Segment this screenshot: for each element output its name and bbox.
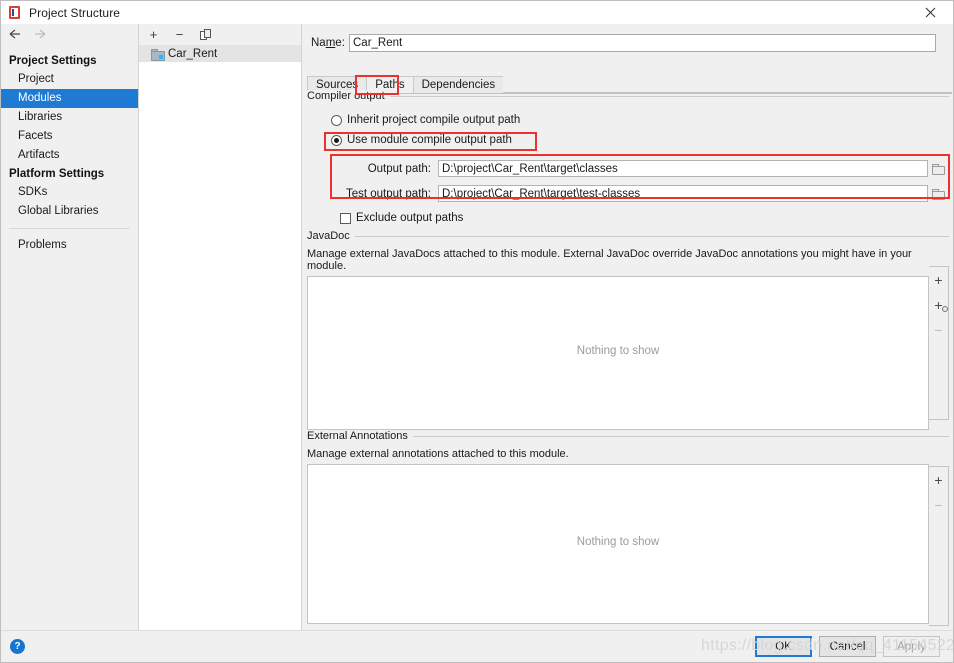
forward-arrow-icon	[33, 28, 47, 42]
cancel-button[interactable]: Cancel	[819, 636, 876, 657]
sidebar-divider	[9, 228, 130, 229]
module-name-label: Name:	[311, 37, 345, 49]
help-icon[interactable]: ?	[10, 639, 25, 654]
close-icon[interactable]	[907, 1, 953, 24]
module-output-radio[interactable]	[331, 134, 342, 146]
test-output-path-row: Test output path:	[335, 184, 949, 203]
copy-module-icon[interactable]	[199, 28, 212, 41]
module-detail-pane: Name: Sources Paths Dependencies Compile…	[302, 24, 953, 631]
add-module-button[interactable]: +	[147, 28, 160, 41]
module-tabs: Sources Paths Dependencies	[307, 75, 952, 94]
sidebar-group-project-settings: Project Settings	[9, 55, 97, 67]
output-path-input[interactable]	[438, 160, 928, 177]
output-path-label: Output path:	[367, 162, 431, 175]
remove-javadoc-button: −	[934, 322, 943, 338]
sidebar-item-artifacts[interactable]: Artifacts	[1, 146, 138, 165]
globe-icon	[941, 306, 948, 312]
back-arrow-icon[interactable]	[8, 28, 22, 42]
add-annotation-button[interactable]: +	[931, 473, 947, 487]
settings-sidebar: Project Settings Project Modules Librari…	[1, 24, 139, 631]
tree-node-car-rent[interactable]: Car_Rent	[139, 46, 301, 62]
sidebar-item-project[interactable]: Project	[1, 70, 138, 89]
ok-button[interactable]: OK	[755, 636, 812, 657]
javadoc-group: JavaDoc Manage external JavaDocs attache…	[307, 230, 949, 430]
sidebar-item-libraries[interactable]: Libraries	[1, 108, 138, 127]
dialog-footer: ? OK Cancel Apply	[1, 630, 953, 662]
compiler-output-title: Compiler output	[307, 90, 390, 102]
inherit-output-radio[interactable]	[331, 114, 342, 126]
external-annotations-list[interactable]: Nothing to show	[307, 464, 929, 624]
modules-toolbar: + −	[139, 24, 301, 46]
test-output-path-label: Test output path:	[345, 187, 431, 200]
apply-button: Apply	[883, 636, 940, 657]
exclude-output-checkbox[interactable]	[340, 212, 351, 224]
add-javadoc-url-button[interactable]: +	[931, 298, 948, 312]
inherit-output-label: Inherit project compile output path	[347, 114, 521, 126]
module-name-row: Name:	[302, 32, 953, 54]
tab-dependencies[interactable]: Dependencies	[412, 76, 505, 93]
javadoc-title: JavaDoc	[307, 230, 355, 242]
test-output-path-browse-icon[interactable]	[929, 185, 948, 202]
remove-annotation-button: −	[934, 497, 943, 513]
module-folder-icon	[151, 48, 165, 61]
add-javadoc-path-button[interactable]: +	[931, 273, 947, 287]
sidebar-item-sdks[interactable]: SDKs	[1, 183, 138, 202]
exclude-output-row[interactable]: Exclude output paths	[340, 210, 949, 226]
javadoc-description: Manage external JavaDocs attached to thi…	[307, 248, 912, 272]
modules-tree-panel: + − Car_Rent	[139, 24, 302, 631]
sidebar-list: Project Settings Project Modules Librari…	[1, 46, 138, 255]
sidebar-item-problems[interactable]: Problems	[1, 236, 138, 255]
window-title: Project Structure	[29, 5, 121, 20]
remove-module-button[interactable]: −	[173, 28, 186, 41]
module-name-input[interactable]	[349, 34, 936, 52]
app-icon	[8, 5, 22, 20]
exclude-output-label: Exclude output paths	[356, 212, 464, 224]
external-annotations-empty-text: Nothing to show	[576, 536, 660, 548]
module-output-label: Use module compile output path	[347, 134, 512, 146]
module-output-radio-row[interactable]: Use module compile output path	[331, 132, 949, 148]
compiler-output-group: Compiler output Inherit project compile …	[307, 90, 949, 226]
sidebar-item-modules[interactable]: Modules	[1, 89, 138, 108]
navigation-arrows	[1, 24, 138, 46]
test-output-path-input[interactable]	[438, 185, 928, 202]
title-bar: Project Structure	[1, 1, 953, 24]
external-annotations-title: External Annotations	[307, 430, 413, 442]
javadoc-list[interactable]: Nothing to show	[307, 276, 929, 430]
tree-node-label: Car_Rent	[168, 48, 218, 60]
inherit-output-radio-row[interactable]: Inherit project compile output path	[331, 112, 949, 128]
sidebar-item-facets[interactable]: Facets	[1, 127, 138, 146]
tabstrip-filler	[503, 75, 952, 93]
javadoc-buttons: + + −	[929, 266, 949, 420]
external-annotations-description: Manage external annotations attached to …	[307, 448, 569, 460]
external-annotations-buttons: + −	[929, 466, 949, 626]
sidebar-group-platform-settings: Platform Settings	[9, 168, 105, 180]
sidebar-item-global-libraries[interactable]: Global Libraries	[1, 202, 138, 221]
output-path-row: Output path:	[335, 159, 949, 178]
javadoc-empty-text: Nothing to show	[576, 345, 660, 357]
external-annotations-group: External Annotations Manage external ann…	[307, 430, 949, 626]
project-structure-dialog: Project Structure Project Settings Proje…	[0, 0, 954, 663]
output-path-browse-icon[interactable]	[929, 160, 948, 177]
